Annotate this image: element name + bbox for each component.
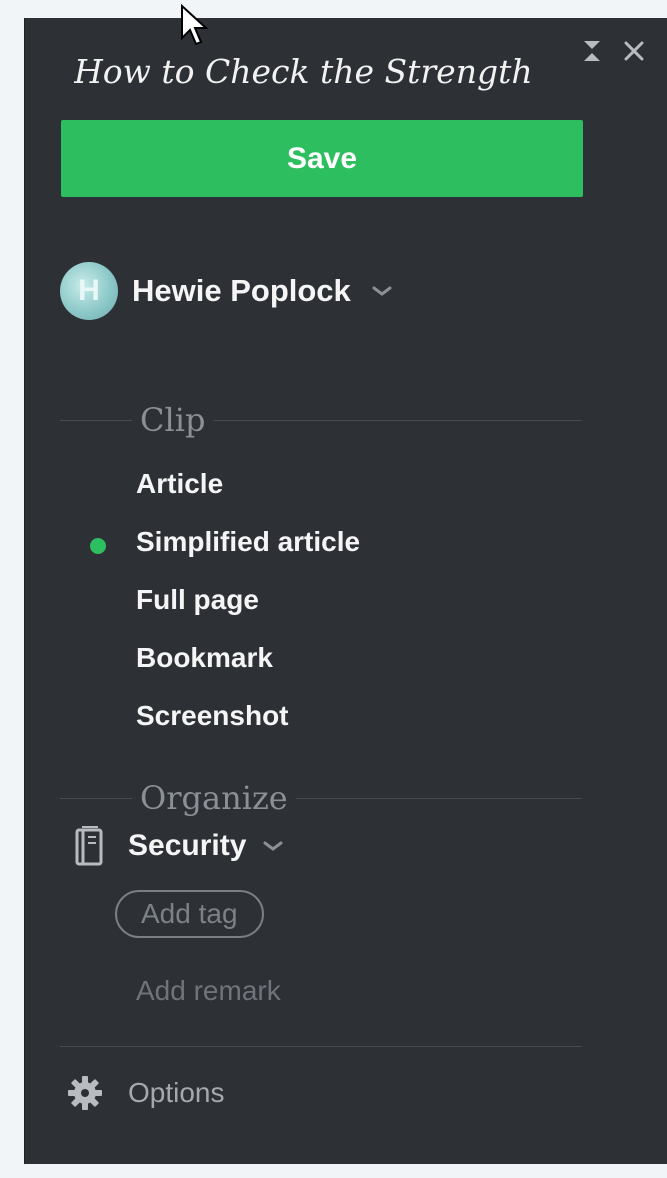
- avatar: H: [60, 262, 118, 320]
- notebook-icon: [75, 826, 103, 866]
- window-controls: [579, 38, 647, 64]
- note-title[interactable]: How to Check the Strength: [74, 52, 544, 91]
- divider: [60, 1046, 582, 1047]
- mouse-cursor-icon: [181, 4, 209, 46]
- clip-option-bookmark[interactable]: Bookmark: [136, 642, 273, 674]
- user-name: Hewie Poplock: [132, 273, 351, 308]
- close-icon[interactable]: [621, 38, 647, 64]
- save-button[interactable]: Save: [61, 120, 583, 197]
- chevron-down-icon: [372, 286, 392, 296]
- notebook-selector[interactable]: Security: [74, 822, 284, 870]
- selected-indicator: [90, 538, 106, 554]
- add-tag-button[interactable]: Add tag: [115, 890, 264, 938]
- collapse-icon[interactable]: [579, 38, 605, 64]
- gear-icon: [68, 1076, 102, 1110]
- account-selector[interactable]: H Hewie Poplock: [60, 262, 393, 320]
- chevron-down-icon: [263, 841, 283, 851]
- clip-option-full-page[interactable]: Full page: [136, 584, 259, 616]
- clip-option-screenshot[interactable]: Screenshot: [136, 700, 289, 732]
- options-button[interactable]: Options: [66, 1074, 225, 1112]
- options-label: Options: [128, 1077, 225, 1108]
- notebook-name: Security: [128, 829, 247, 862]
- organize-heading: Organize: [132, 778, 296, 818]
- clip-section-header: Clip: [60, 400, 582, 440]
- organize-section-header: Organize: [60, 778, 582, 818]
- clip-option-simplified-article[interactable]: Simplified article: [136, 526, 360, 558]
- clip-heading: Clip: [132, 400, 214, 440]
- clip-option-article[interactable]: Article: [136, 468, 223, 500]
- add-remark-field[interactable]: Add remark: [136, 975, 281, 1007]
